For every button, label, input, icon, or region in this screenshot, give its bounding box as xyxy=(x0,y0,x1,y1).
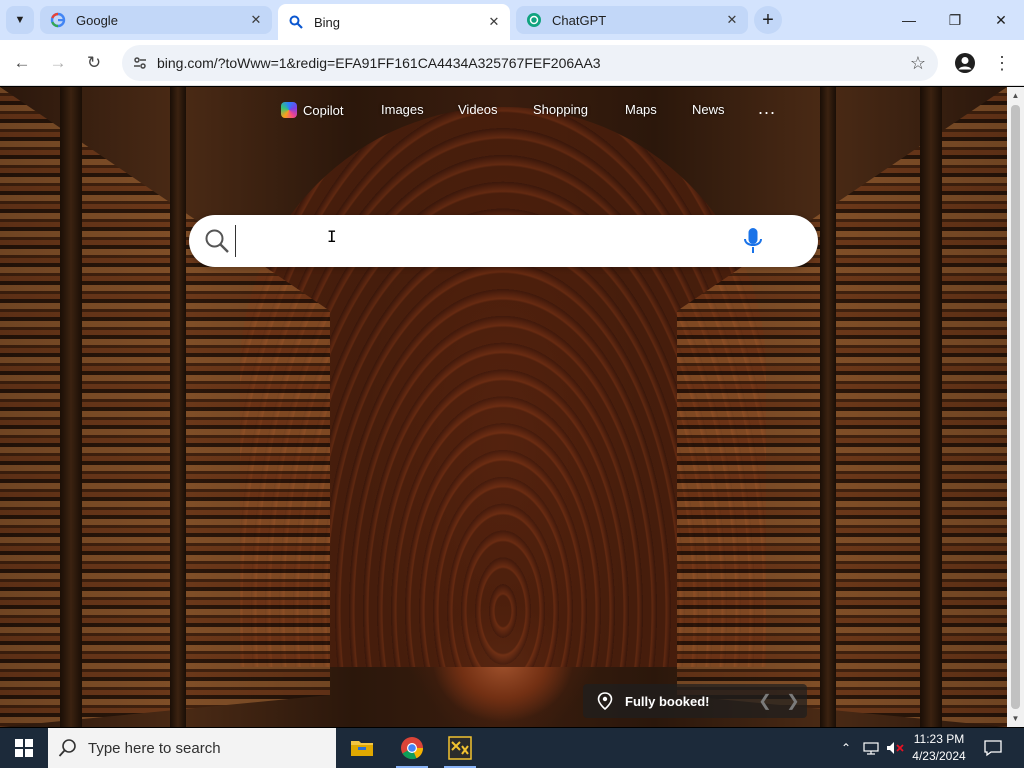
next-image-icon[interactable]: ❯ xyxy=(779,691,807,711)
notification-icon xyxy=(984,740,1002,757)
tab-bing[interactable]: Bing ✕ xyxy=(278,4,510,40)
copilot-logo-icon xyxy=(281,102,297,118)
nav-copilot-label: Copilot xyxy=(303,102,344,118)
nav-more-icon[interactable]: ... xyxy=(758,98,776,119)
nav-images[interactable]: Images xyxy=(381,102,424,117)
minimize-icon: — xyxy=(902,12,916,28)
taskbar-app[interactable] xyxy=(436,728,484,768)
chevron-up-icon: ⌃ xyxy=(840,741,852,755)
nav-news[interactable]: News xyxy=(692,102,725,117)
minimize-button[interactable]: — xyxy=(886,0,932,40)
background-pillar xyxy=(60,87,82,727)
tab-title: ChatGPT xyxy=(552,12,607,28)
chatgpt-favicon xyxy=(526,12,542,28)
url-text[interactable]: bing.com/?toWww=1&redig=EFA91FF161CA4434… xyxy=(157,55,601,71)
forward-button[interactable]: → xyxy=(44,49,72,77)
profile-avatar-icon[interactable] xyxy=(952,50,978,76)
arrow-right-icon: → xyxy=(49,53,67,72)
tab-title: Google xyxy=(76,12,118,28)
restore-icon: ❐ xyxy=(948,11,962,28)
back-button[interactable]: ← xyxy=(8,49,36,77)
scrollbar-thumb[interactable] xyxy=(1011,105,1020,709)
taskbar-file-explorer[interactable] xyxy=(338,728,386,768)
search-icon xyxy=(58,739,76,757)
tab-strip: ▼ Google ✕ Bing ✕ ChatGPT ✕ + — ❐ ✕ xyxy=(0,0,1024,40)
restore-button[interactable]: ❐ xyxy=(932,0,978,40)
nav-maps[interactable]: Maps xyxy=(625,102,657,117)
background-bookshelves-left xyxy=(0,87,330,727)
tab-google[interactable]: Google ✕ xyxy=(40,6,272,34)
background-pillar xyxy=(820,87,836,727)
notification-center-button[interactable] xyxy=(978,728,1008,768)
close-tab-icon[interactable]: ✕ xyxy=(724,12,740,28)
site-info-icon[interactable] xyxy=(126,49,154,77)
tab-chatgpt[interactable]: ChatGPT ✕ xyxy=(516,6,748,34)
search-favicon xyxy=(288,14,304,30)
background-pillar xyxy=(170,87,186,727)
reload-icon: ↻ xyxy=(86,53,102,72)
text-cursor-icon: I xyxy=(327,227,337,246)
scroll-up-icon[interactable]: ▲ xyxy=(1007,87,1024,104)
clock-date: 4/23/2024 xyxy=(912,749,966,763)
caption-text: Fully booked! xyxy=(625,693,710,709)
microphone-icon[interactable] xyxy=(743,227,763,255)
chevron-down-icon: ▼ xyxy=(14,14,26,26)
nav-videos[interactable]: Videos xyxy=(458,102,498,117)
taskbar-search-placeholder: Type here to search xyxy=(88,739,221,757)
nav-shopping[interactable]: Shopping xyxy=(533,102,588,117)
start-button[interactable] xyxy=(0,728,48,768)
close-window-button[interactable]: ✕ xyxy=(978,0,1024,40)
app-icon xyxy=(448,736,472,760)
image-caption[interactable]: Fully booked! ❮ ❯ xyxy=(583,684,807,718)
taskbar-chrome[interactable] xyxy=(388,728,436,768)
plus-icon: + xyxy=(762,8,774,31)
location-pin-icon xyxy=(597,692,613,710)
close-tab-icon[interactable]: ✕ xyxy=(248,12,264,28)
close-tab-icon[interactable]: ✕ xyxy=(486,14,502,30)
bing-homepage: Copilot Images Videos Shopping Maps News… xyxy=(0,87,1007,727)
previous-image-icon[interactable]: ❮ xyxy=(751,691,779,711)
page-scrollbar[interactable]: ▲ ▼ xyxy=(1007,87,1024,727)
arrow-left-icon: ← xyxy=(13,53,31,72)
network-icon[interactable] xyxy=(860,728,882,768)
windows-taskbar: Type here to search ⌃ 11:23 PM 4/23/2024 xyxy=(0,728,1024,768)
windows-logo-icon xyxy=(15,739,33,757)
new-tab-button[interactable]: + xyxy=(754,6,782,34)
tab-title: Bing xyxy=(314,14,341,30)
google-favicon xyxy=(50,12,66,28)
volume-muted-icon[interactable] xyxy=(884,728,906,768)
background-pillar xyxy=(920,87,942,727)
background-bookshelves-right xyxy=(677,87,1007,727)
show-hidden-icons[interactable]: ⌃ xyxy=(836,728,856,768)
search-box xyxy=(189,215,818,267)
chrome-icon xyxy=(401,737,424,760)
clock-time: 11:23 PM xyxy=(913,732,965,746)
close-icon: ✕ xyxy=(995,11,1007,28)
search-icon xyxy=(205,229,229,253)
browser-menu-icon[interactable]: ⋮ xyxy=(990,50,1014,76)
reload-button[interactable]: ↻ xyxy=(80,49,108,77)
bing-top-nav: Copilot Images Videos Shopping Maps News… xyxy=(0,98,1007,122)
taskbar-search-box[interactable]: Type here to search xyxy=(48,728,336,768)
search-input[interactable] xyxy=(235,225,735,257)
address-bar[interactable]: bing.com/?toWww=1&redig=EFA91FF161CA4434… xyxy=(122,45,938,81)
folder-icon xyxy=(351,741,373,756)
browser-toolbar: ← → ↻ bing.com/?toWww=1&redig=EFA91FF161… xyxy=(0,40,1024,86)
bookmark-star-icon[interactable]: ☆ xyxy=(910,53,926,74)
system-clock[interactable]: 11:23 PM 4/23/2024 xyxy=(908,731,970,765)
scroll-down-icon[interactable]: ▼ xyxy=(1007,710,1024,727)
tab-search-button[interactable]: ▼ xyxy=(6,6,34,34)
nav-copilot[interactable]: Copilot xyxy=(281,102,343,118)
